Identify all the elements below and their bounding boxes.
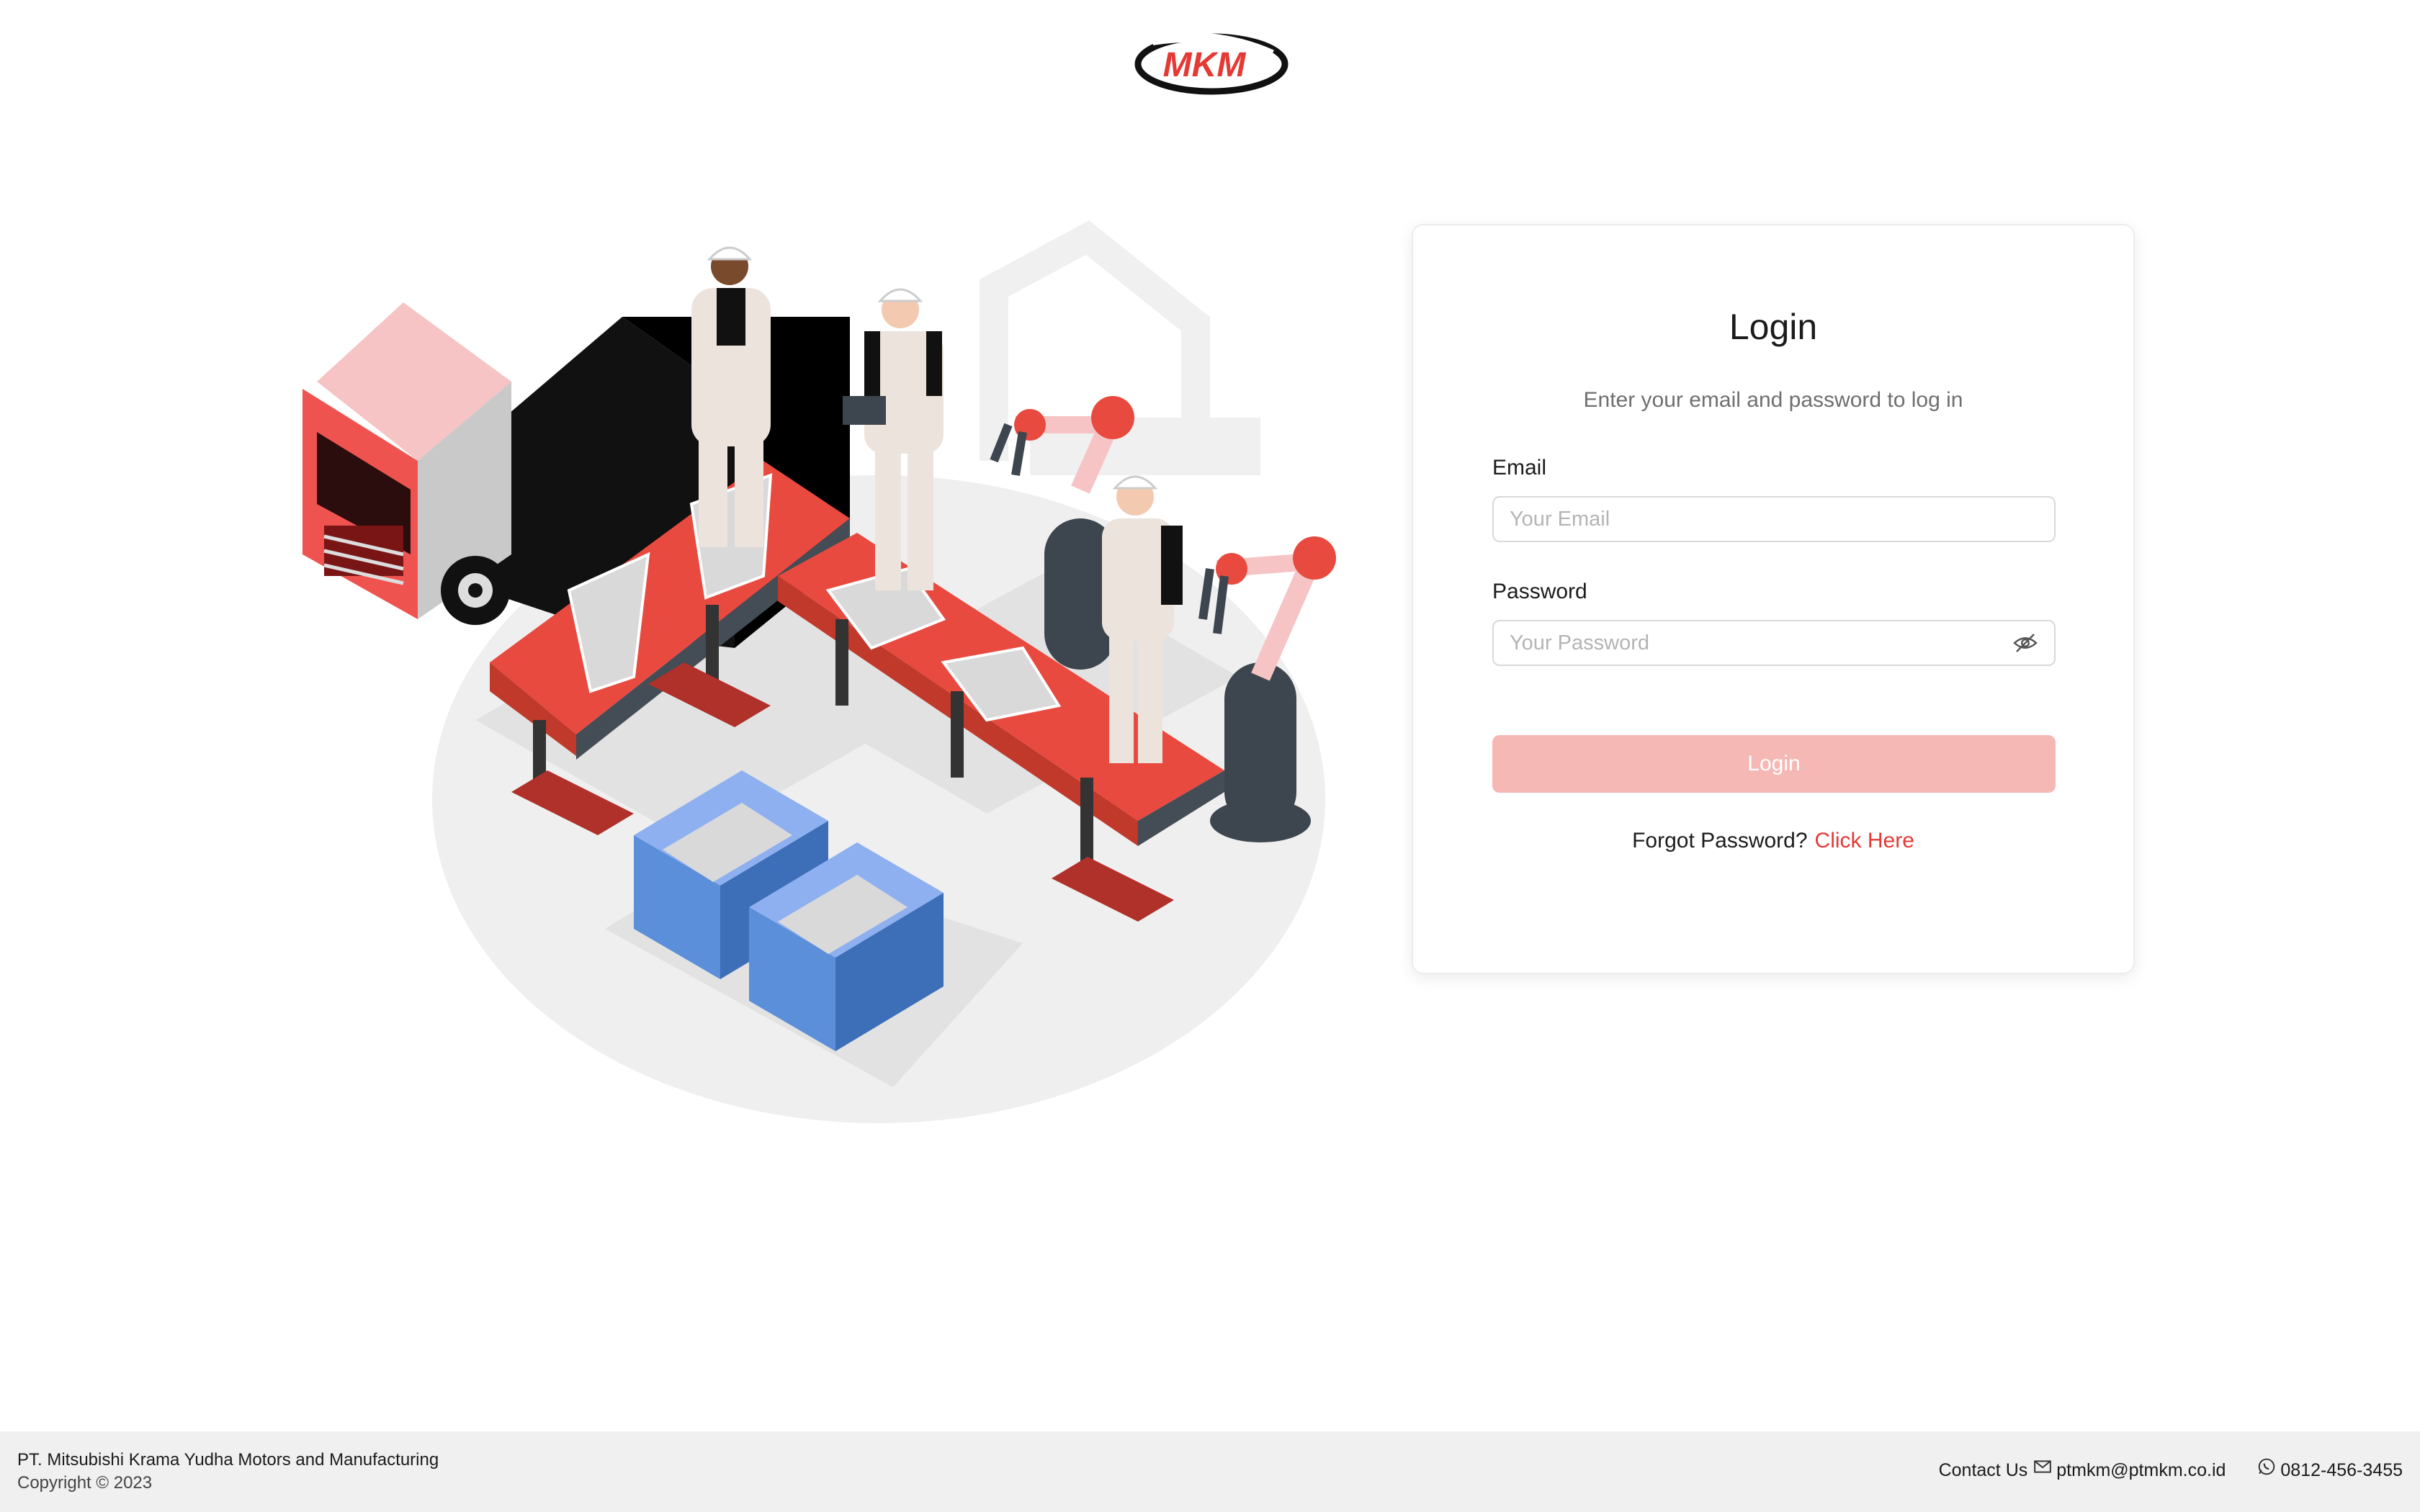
eye-off-icon[interactable] [2012,630,2038,656]
contact-email-link[interactable]: ptmkm@ptmkm.co.id [2056,1460,2226,1481]
contact-phone-link[interactable]: 0812-456-3455 [2280,1460,2403,1481]
forgot-password-link[interactable]: Click Here [1815,829,1914,852]
forgot-password-text: Forgot Password? [1632,829,1808,852]
email-field[interactable] [1492,496,2056,542]
mail-icon [2034,1459,2052,1473]
forgot-password-row: Forgot Password? Click Here [1413,829,2133,853]
login-title: Login [1729,307,1818,347]
logo-text: MKM [1163,46,1247,84]
footer: PT. Mitsubishi Krama Yudha Motors and Ma… [0,1431,2420,1512]
footer-copyright: Copyright © 2023 [17,1473,153,1493]
login-button[interactable]: Login [1492,735,2056,793]
password-label: Password [1492,580,1587,603]
login-card: Login Enter your email and password to l… [1412,224,2135,974]
mkm-logo: MKM [1134,33,1289,95]
password-field[interactable] [1492,620,2056,666]
login-subtitle: Enter your email and password to log in [1583,388,1963,412]
login-page: MKM Login Enter your email and password … [0,0,2420,1512]
factory-illustration [302,220,1336,1123]
whatsapp-icon [2259,1458,2275,1475]
footer-contact: Contact Us ptmkm@ptmkm.co.id 0812-456-34… [1938,1458,2403,1481]
contact-label: Contact Us [1938,1460,2028,1480]
email-label: Email [1492,456,1547,480]
footer-company: PT. Mitsubishi Krama Yudha Motors and Ma… [17,1450,439,1470]
